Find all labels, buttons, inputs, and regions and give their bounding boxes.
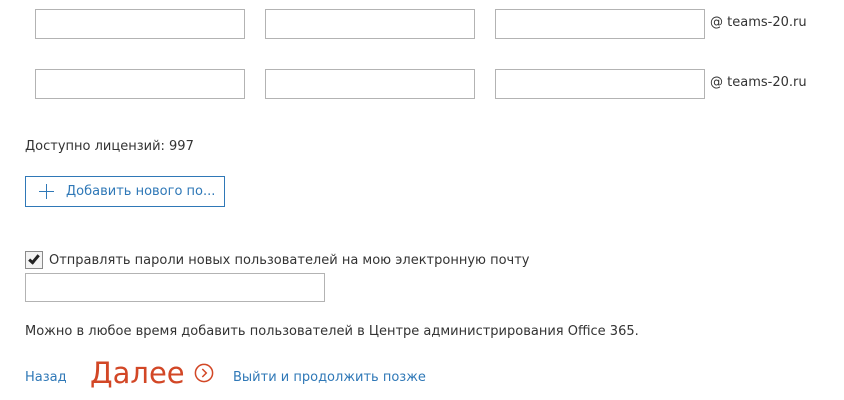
add-users-page: @ teams-20.ru @ teams-20.ru Доступно лиц… [0,0,844,400]
next-button[interactable]: Далее [90,354,214,392]
send-passwords-option: Отправлять пароли новых пользователей на… [25,250,530,270]
back-link[interactable]: Назад [25,370,67,385]
first-name-input[interactable] [35,9,245,39]
first-name-input[interactable] [35,69,245,99]
chevron-right-circle-icon [194,363,214,383]
last-name-input[interactable] [265,69,475,99]
available-licenses-text: Доступно лицензий: 997 [25,139,194,154]
user-row: @ teams-20.ru [0,9,844,39]
checkmark-icon [28,252,40,265]
last-name-input[interactable] [265,9,475,39]
domain-suffix: @ teams-20.ru [710,15,807,30]
send-passwords-checkbox[interactable] [25,251,43,269]
username-input[interactable] [495,69,705,99]
exit-continue-later-link[interactable]: Выйти и продолжить позже [233,370,426,385]
add-new-user-button[interactable]: Добавить нового по... [25,176,225,207]
username-input[interactable] [495,9,705,39]
domain-suffix: @ teams-20.ru [710,75,807,90]
admin-center-info-text: Можно в любое время добавить пользовател… [25,324,639,339]
user-row: @ teams-20.ru [0,69,844,99]
email-field[interactable] [25,273,325,302]
send-passwords-label[interactable]: Отправлять пароли новых пользователей на… [49,253,530,268]
plus-icon [39,184,54,199]
add-new-user-label: Добавить нового по... [66,184,216,199]
next-label: Далее [90,356,185,390]
